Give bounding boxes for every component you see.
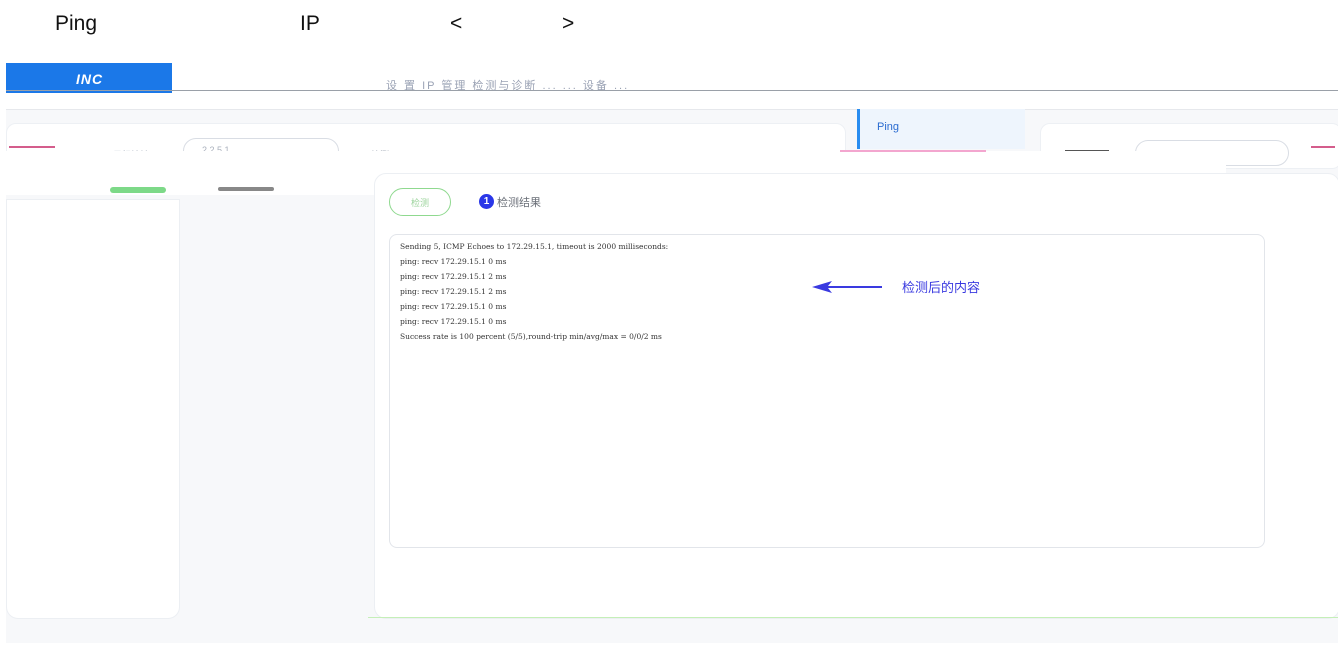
output-line: ping: recv 172.29.15.1 0 ms [400, 302, 507, 311]
step-number-badge: 1 [479, 194, 494, 209]
output-line: ping: recv 172.29.15.1 0 ms [400, 257, 507, 266]
left-side-panel [6, 199, 180, 619]
panel-bottom-edge [368, 617, 1338, 618]
caption-ping: Ping [55, 12, 98, 35]
detect-button[interactable]: 检测 [389, 188, 451, 216]
output-line: Success rate is 100 percent (5/5),round-… [400, 332, 662, 341]
caption-greater-than: > [562, 12, 575, 35]
left-green-button[interactable] [110, 187, 166, 193]
top-nav-text: 设 置 IP 管理 检测与诊断 ... ... 设备 ... [386, 80, 630, 91]
brand-logo-text: INC [76, 71, 104, 87]
diagnostic-dropdown-menu: Ping [857, 109, 1025, 149]
app-screenshot: INC 设 置 IP 管理 检测与诊断 ... ... 设备 ... * 目标地… [6, 63, 1338, 643]
caption-less-than: < [450, 12, 463, 35]
caption-ip: IP [300, 12, 320, 35]
brand-logo[interactable]: INC [6, 63, 172, 93]
dropdown-item-ping[interactable]: Ping [877, 121, 899, 133]
form-section-marker [9, 146, 55, 148]
annotation-arrow-icon [812, 281, 882, 293]
menu-underline [840, 150, 986, 152]
top-navigation-bar: INC 设 置 IP 管理 检测与诊断 ... ... 设备 ... [6, 63, 1338, 110]
left-dark-button[interactable] [218, 187, 274, 191]
right-card-end-mark [1311, 146, 1335, 148]
output-line: Sending 5, ICMP Echoes to 172.29.15.1, t… [400, 242, 669, 251]
top-nav-menu[interactable]: 设 置 IP 管理 检测与诊断 ... ... 设备 ... [386, 77, 1036, 91]
annotation-label: 检测后的内容 [902, 280, 981, 295]
detect-button-label: 检测 [410, 198, 429, 208]
ping-result-panel: 检测 1 检测结果 Sending 5, ICMP Echoes to 172.… [374, 173, 1338, 619]
output-line: ping: recv 172.29.15.1 0 ms [400, 317, 507, 326]
step-label: 检测结果 [497, 197, 541, 209]
